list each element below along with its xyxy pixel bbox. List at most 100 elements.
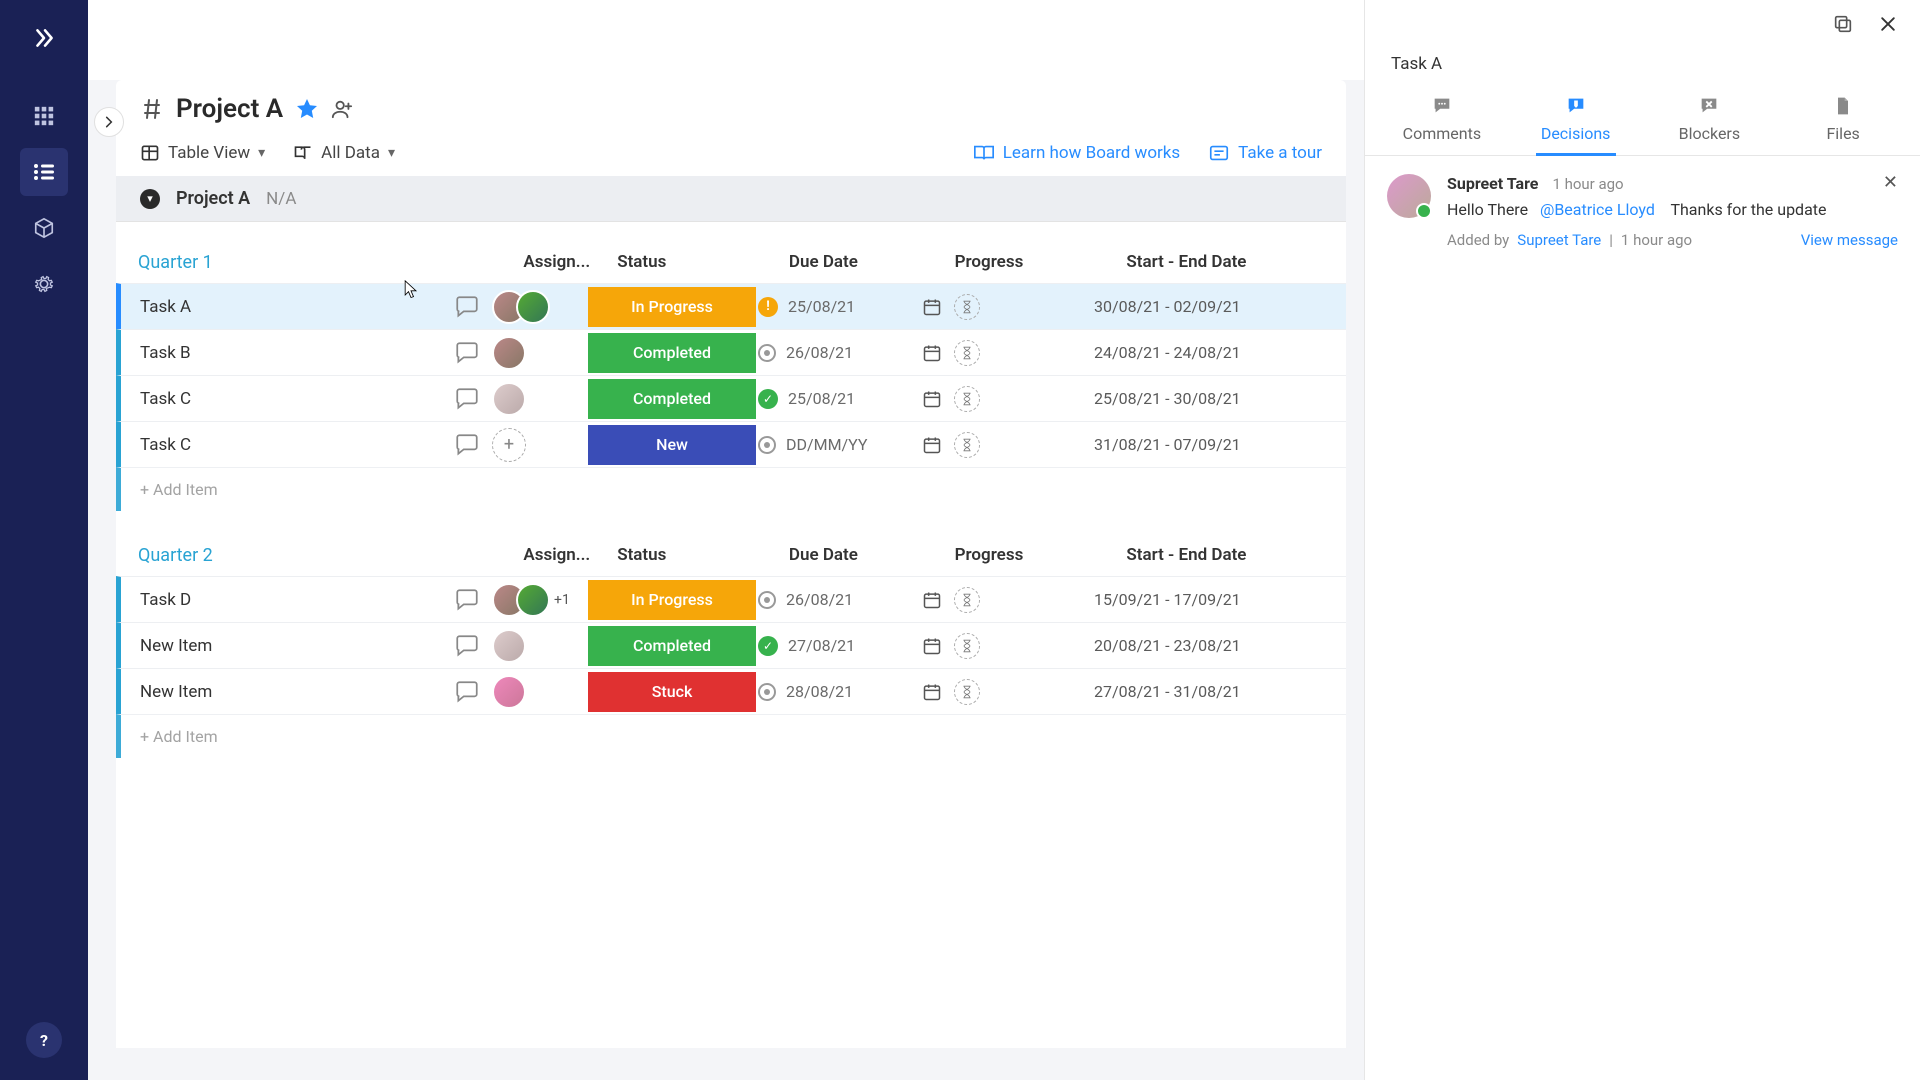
- tab-comments[interactable]: Comments: [1375, 86, 1509, 155]
- task-row[interactable]: Task C Completed✓25/08/21 25/08/21 - 30/08…: [116, 375, 1346, 421]
- timer-button[interactable]: [954, 633, 980, 659]
- due-date-cell[interactable]: 28/08/21: [758, 682, 922, 701]
- calendar-button[interactable]: [922, 636, 942, 656]
- chevron-double-right-icon: [31, 25, 57, 51]
- timer-button[interactable]: [954, 294, 980, 320]
- comment-button[interactable]: [442, 633, 492, 659]
- nav-apps[interactable]: [20, 92, 68, 140]
- nav-tools[interactable]: [20, 204, 68, 252]
- assignee-avatar[interactable]: [492, 336, 526, 370]
- assignee-avatar[interactable]: [516, 290, 550, 324]
- timer-button[interactable]: [954, 340, 980, 366]
- task-row[interactable]: New Item Completed✓27/08/21 20/08/21 - 23/…: [116, 622, 1346, 668]
- decision-added-user[interactable]: Supreet Tare: [1517, 231, 1601, 249]
- status-badge[interactable]: Completed: [588, 626, 756, 666]
- help-button[interactable]: ?: [26, 1022, 62, 1058]
- add-assignee-button[interactable]: +: [492, 428, 526, 462]
- details-panel: Task A Comments Decisions Blockers Files: [1364, 0, 1920, 1080]
- learn-board-link[interactable]: Learn how Board works: [973, 142, 1180, 164]
- due-date-text: 28/08/21: [786, 682, 853, 701]
- task-row[interactable]: Task C + NewDD/MM/YY 31/08/21 - 07/09/21: [116, 421, 1346, 467]
- tab-decisions-label: Decisions: [1541, 124, 1611, 143]
- task-name[interactable]: New Item: [134, 682, 442, 702]
- close-panel-button[interactable]: [1878, 14, 1898, 34]
- timer-button[interactable]: [954, 679, 980, 705]
- status-badge[interactable]: Stuck: [588, 672, 756, 712]
- all-data-selector[interactable]: All Data ▾: [293, 143, 395, 163]
- calendar-button[interactable]: [922, 590, 942, 610]
- due-date-cell[interactable]: ✓27/08/21: [758, 636, 922, 656]
- timer-button[interactable]: [954, 587, 980, 613]
- status-badge[interactable]: In Progress: [588, 287, 756, 327]
- take-tour-link[interactable]: Take a tour: [1208, 142, 1322, 164]
- assignee-avatar[interactable]: [492, 629, 526, 663]
- due-date-cell[interactable]: !25/08/21: [758, 297, 922, 317]
- task-name[interactable]: Task A: [134, 297, 442, 317]
- assignee-avatar[interactable]: [492, 675, 526, 709]
- nav-settings[interactable]: [20, 260, 68, 308]
- task-name[interactable]: Task B: [134, 343, 442, 363]
- status-badge[interactable]: Completed: [588, 333, 756, 373]
- decision-dismiss[interactable]: ✕: [1883, 172, 1898, 193]
- task-row[interactable]: Task B Completed26/08/21 24/08/21 - 24/08/…: [116, 329, 1346, 375]
- section-title[interactable]: Quarter 2: [138, 545, 523, 566]
- comment-button[interactable]: [442, 587, 492, 613]
- status-badge[interactable]: New: [588, 425, 756, 465]
- comment-button[interactable]: [442, 386, 492, 412]
- expand-rail-button[interactable]: [24, 18, 64, 58]
- due-date-cell[interactable]: DD/MM/YY: [758, 435, 922, 454]
- task-name[interactable]: Task D: [134, 590, 442, 610]
- add-item-button[interactable]: + Add Item: [116, 467, 1346, 511]
- nav-boards[interactable]: [20, 148, 68, 196]
- assignee-avatar[interactable]: [516, 583, 550, 617]
- task-row[interactable]: New Item Stuck 28/08/21 27/08/21 - 31/08/21: [116, 668, 1346, 714]
- due-date-cell[interactable]: 26/08/21: [758, 343, 922, 362]
- calendar-button[interactable]: [922, 343, 942, 363]
- start-end-dates[interactable]: 25/08/21 - 30/08/21: [1094, 389, 1304, 408]
- comment-button[interactable]: [442, 340, 492, 366]
- due-date-cell[interactable]: ✓25/08/21: [758, 389, 922, 409]
- comment-button[interactable]: [442, 432, 492, 458]
- calendar-button[interactable]: [922, 682, 942, 702]
- star-toggle[interactable]: [295, 97, 319, 121]
- start-end-dates[interactable]: 27/08/21 - 31/08/21: [1094, 682, 1304, 701]
- due-date-cell[interactable]: 26/08/21: [758, 590, 922, 609]
- timer-button[interactable]: [954, 432, 980, 458]
- table-view-selector[interactable]: Table View ▾: [140, 143, 265, 163]
- calendar-button[interactable]: [922, 389, 942, 409]
- comment-button[interactable]: [442, 294, 492, 320]
- task-name[interactable]: Task C: [134, 389, 442, 409]
- add-item-button[interactable]: + Add Item: [116, 714, 1346, 758]
- calendar-button[interactable]: [922, 435, 942, 455]
- tab-files[interactable]: Files: [1776, 86, 1910, 155]
- tab-blockers[interactable]: Blockers: [1643, 86, 1777, 155]
- start-end-dates[interactable]: 30/08/21 - 02/09/21: [1094, 297, 1304, 316]
- assignees: +1: [492, 583, 570, 617]
- status-badge[interactable]: In Progress: [588, 580, 756, 620]
- copy-button[interactable]: [1832, 13, 1854, 35]
- start-end-dates[interactable]: 24/08/21 - 24/08/21: [1094, 343, 1304, 362]
- task-name[interactable]: New Item: [134, 636, 442, 656]
- person-add-icon: [331, 98, 353, 120]
- start-end-dates[interactable]: 20/08/21 - 23/08/21: [1094, 636, 1304, 655]
- due-date-text: 26/08/21: [786, 590, 853, 609]
- share-button[interactable]: [331, 98, 353, 120]
- task-row[interactable]: Task D +1 In Progress 26/08/21 15/09/21 - 17…: [116, 576, 1346, 622]
- decision-mention[interactable]: @Beatrice Lloyd: [1540, 200, 1655, 219]
- assignee-avatar[interactable]: [492, 382, 526, 416]
- task-name[interactable]: Task C: [134, 435, 442, 455]
- comment-button[interactable]: [442, 679, 492, 705]
- warning-icon: !: [758, 297, 778, 317]
- collapse-toggle[interactable]: ▾: [140, 189, 160, 209]
- view-message-link[interactable]: View message: [1801, 231, 1898, 249]
- start-end-dates[interactable]: 31/08/21 - 07/09/21: [1094, 435, 1304, 454]
- start-end-dates[interactable]: 15/09/21 - 17/09/21: [1094, 590, 1304, 609]
- timer-button[interactable]: [954, 386, 980, 412]
- tab-decisions[interactable]: Decisions: [1509, 86, 1643, 155]
- open-sidebar-toggle[interactable]: [94, 107, 124, 137]
- left-nav-rail: ?: [0, 0, 88, 1080]
- task-row[interactable]: Task A In Progress!25/08/21 30/08/21 - 02/…: [116, 283, 1346, 329]
- section-title[interactable]: Quarter 1: [138, 252, 523, 273]
- status-badge[interactable]: Completed: [588, 379, 756, 419]
- calendar-button[interactable]: [922, 297, 942, 317]
